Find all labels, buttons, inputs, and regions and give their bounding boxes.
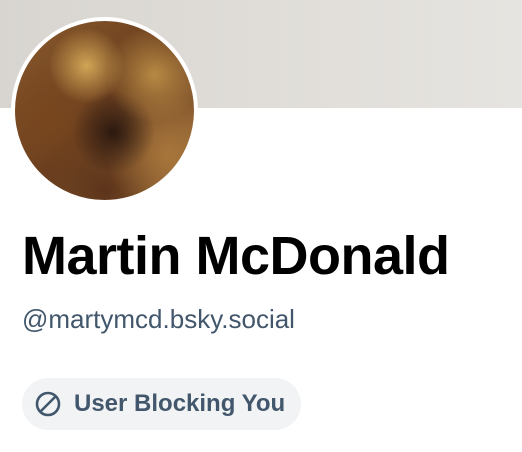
status-badge-label: User Blocking You	[74, 390, 286, 417]
display-name: Martin McDonald	[22, 226, 450, 286]
avatar[interactable]	[11, 17, 198, 204]
block-icon	[34, 390, 62, 418]
user-handle: @martymcd.bsky.social	[22, 304, 295, 334]
blocking-status-badge: User Blocking You	[22, 378, 302, 430]
profile-header: Martin McDonald @martymcd.bsky.social Us…	[0, 0, 522, 452]
